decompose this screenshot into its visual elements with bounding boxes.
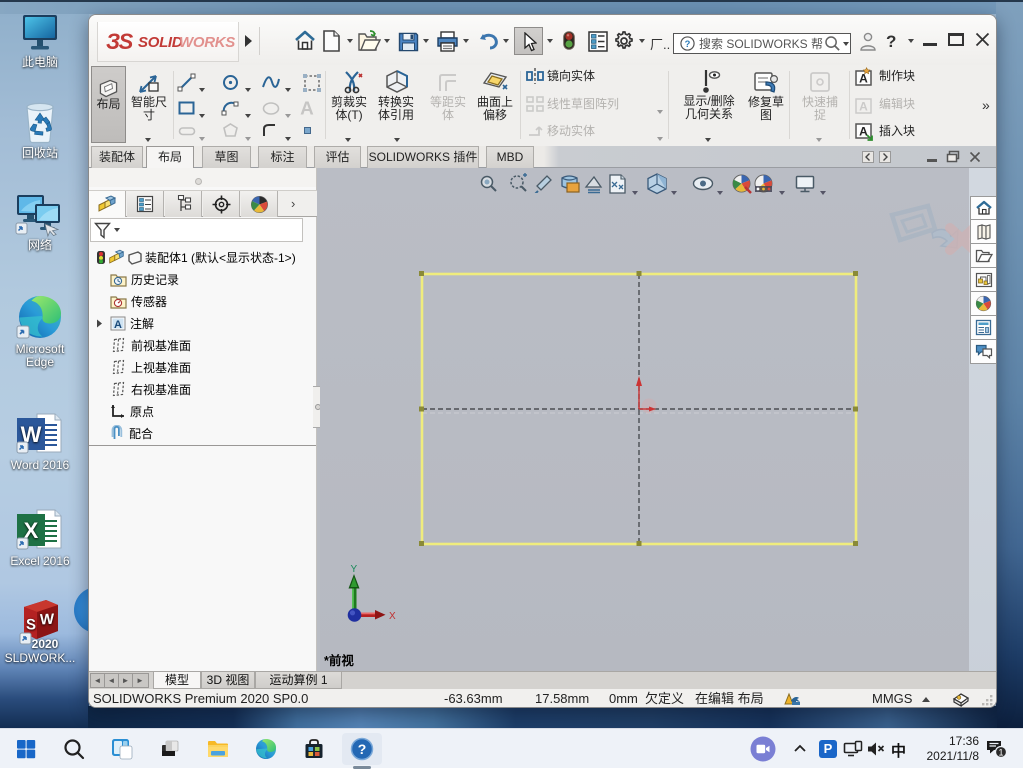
- svg-text:WORKS: WORKS: [179, 34, 235, 51]
- svg-text:SOLID: SOLID: [138, 34, 183, 51]
- svg-text:?: ?: [685, 39, 691, 49]
- svg-text:W: W: [40, 611, 55, 629]
- svg-text:*前视: *前视: [324, 653, 354, 668]
- svg-text:A: A: [859, 125, 868, 139]
- svg-text:S: S: [26, 616, 36, 634]
- svg-text:?: ?: [358, 741, 367, 757]
- svg-text:X: X: [389, 611, 396, 622]
- svg-text:1: 1: [998, 748, 1003, 758]
- svg-text:ЗS: ЗS: [106, 29, 134, 54]
- svg-text:A: A: [300, 99, 314, 120]
- svg-text:A: A: [859, 100, 868, 114]
- svg-text:A: A: [114, 319, 122, 331]
- svg-text:Y: Y: [351, 564, 358, 575]
- svg-text:A: A: [859, 72, 868, 86]
